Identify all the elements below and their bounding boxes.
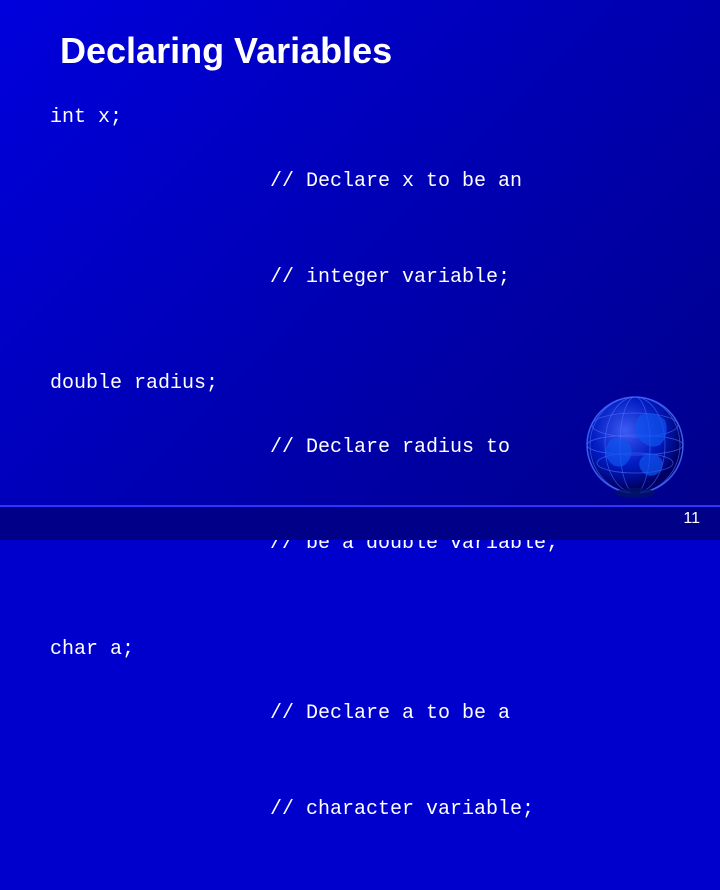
comment-line-1-1: // Declare x to be an [270, 166, 522, 198]
bottom-bar: 11 [0, 505, 720, 540]
code-declaration-2: double radius; [50, 368, 270, 400]
slide: Declaring Variables int x; // Declare x … [0, 0, 720, 540]
comment-line-1-2: // integer variable; [270, 262, 522, 294]
code-comment-1: // Declare x to be an // integer variabl… [270, 102, 522, 358]
code-row-2: double radius; // Declare radius to // b… [50, 368, 670, 624]
slide-title: Declaring Variables [60, 30, 670, 72]
code-row-3: char a; // Declare a to be a // characte… [50, 634, 670, 890]
comment-line-3-1: // Declare a to be a [270, 698, 534, 730]
code-block: int x; // Declare x to be an // integer … [50, 102, 670, 890]
code-comment-2: // Declare radius to // be a double vari… [270, 368, 558, 624]
globe-decoration [580, 390, 690, 500]
code-declaration-1: int x; [50, 102, 270, 134]
page-number: 11 [683, 510, 700, 528]
code-comment-3: // Declare a to be a // character variab… [270, 634, 534, 890]
comment-line-3-2: // character variable; [270, 794, 534, 826]
code-declaration-3: char a; [50, 634, 270, 666]
code-row-1: int x; // Declare x to be an // integer … [50, 102, 670, 358]
comment-line-2-1: // Declare radius to [270, 432, 558, 464]
